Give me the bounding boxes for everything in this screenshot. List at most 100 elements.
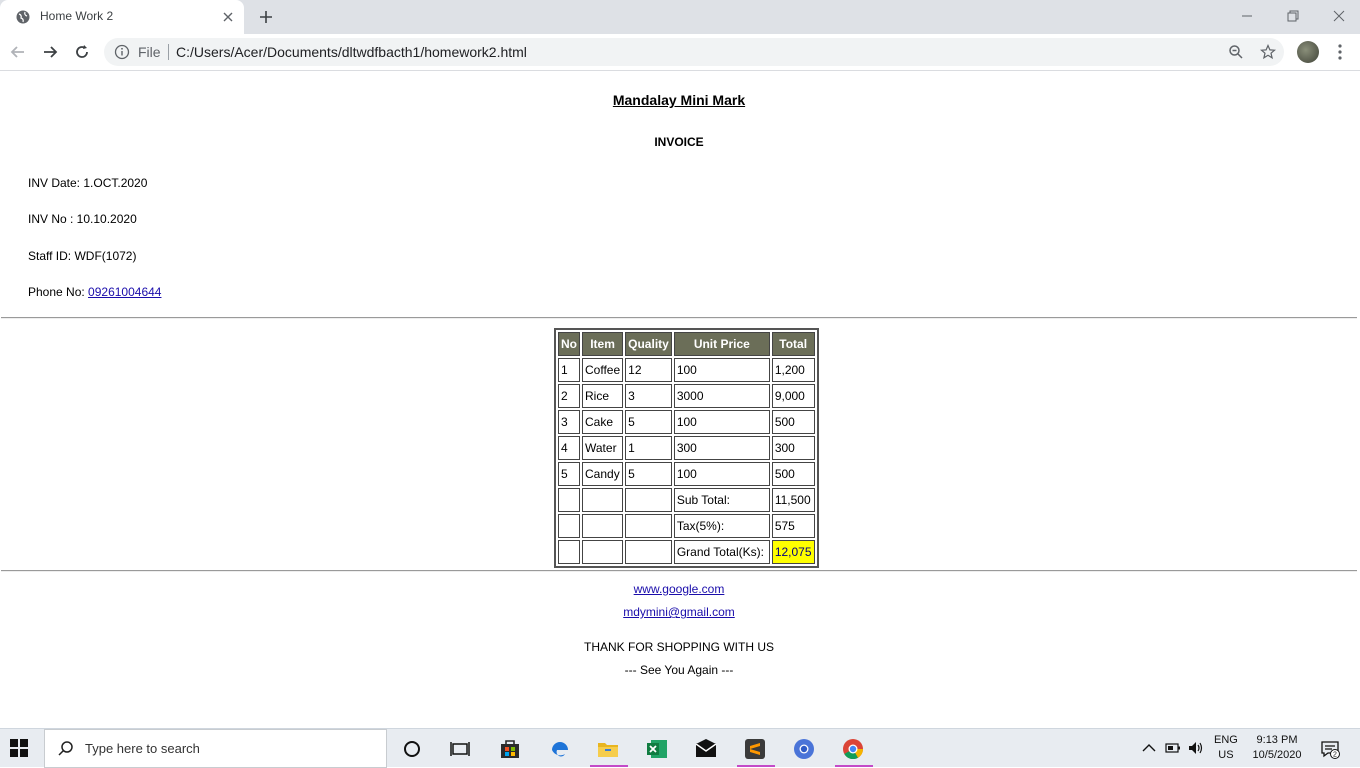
table-row: 3 Cake 5 100 500 (558, 410, 815, 434)
cortana-icon[interactable] (400, 737, 424, 761)
cell-item: Cake (582, 410, 624, 434)
table-header-row: No Item Quality Unit Price Total (558, 332, 815, 356)
minimize-icon[interactable] (1236, 5, 1258, 27)
language-indicator[interactable]: ENG US (1214, 733, 1238, 763)
table-row: 5 Candy 5 100 500 (558, 462, 815, 486)
edge-icon[interactable] (548, 737, 572, 761)
sublime-text-icon[interactable] (743, 737, 767, 761)
mail-icon[interactable] (694, 737, 718, 761)
empty-cell (558, 540, 580, 564)
phone-label: Phone No: (28, 285, 89, 299)
more-menu-icon[interactable] (1332, 43, 1348, 61)
back-arrow-icon[interactable] (8, 42, 28, 62)
cell-unit-price: 100 (673, 410, 770, 434)
chromium-icon[interactable] (792, 737, 816, 761)
taskbar-search-box[interactable]: Type here to search (44, 729, 387, 768)
subtotal-label: Sub Total: (673, 488, 770, 512)
table-row: 4 Water 1 300 300 (558, 436, 815, 460)
tab-strip: Home Work 2 (0, 0, 1360, 34)
star-icon[interactable] (1260, 44, 1276, 60)
cell-unit-price: 3000 (673, 384, 770, 408)
col-header-quality: Quality (625, 332, 672, 356)
cell-total: 1,200 (771, 358, 815, 382)
cell-no: 1 (558, 358, 580, 382)
thanks-message: THANK FOR SHOPPING WITH US (583, 640, 774, 654)
chrome-icon[interactable] (841, 737, 865, 761)
store-icon[interactable] (498, 737, 522, 761)
forward-arrow-icon[interactable] (40, 42, 60, 62)
omnibox-divider (168, 44, 169, 60)
cell-item: Rice (582, 384, 624, 408)
file-explorer-icon[interactable] (596, 737, 620, 761)
cell-no: 4 (558, 436, 580, 460)
cell-quality: 5 (625, 462, 672, 486)
invoice-date: INV Date: 1.OCT.2020 (28, 176, 148, 190)
cell-item: Water (582, 436, 624, 460)
battery-icon[interactable] (1164, 739, 1182, 757)
cell-unit-price: 300 (673, 436, 770, 460)
search-placeholder: Type here to search (85, 741, 200, 756)
cell-total: 500 (771, 410, 815, 434)
tax-value: 575 (771, 514, 815, 538)
website-link[interactable]: www.google.com (634, 582, 725, 596)
windows-start-icon[interactable] (10, 739, 28, 757)
url-text[interactable]: C:/Users/Acer/Documents/dltwdfbacth1/hom… (176, 44, 527, 60)
col-header-no: No (558, 332, 580, 356)
language-code: ENG (1214, 734, 1238, 746)
cell-unit-price: 100 (673, 462, 770, 486)
phone-row: Phone No: 09261004644 (28, 285, 161, 299)
subtotal-value: 11,500 (771, 488, 815, 512)
clock[interactable]: 9:13 PM 10/5/2020 (1244, 733, 1310, 763)
divider-bottom (1, 570, 1357, 572)
empty-cell (558, 488, 580, 512)
task-view-icon[interactable] (448, 737, 472, 761)
col-header-total: Total (771, 332, 815, 356)
tab-title: Home Work 2 (40, 9, 114, 23)
phone-link[interactable]: 09261004644 (88, 285, 161, 299)
reload-icon[interactable] (72, 42, 92, 62)
col-header-item: Item (582, 332, 624, 356)
window-close-icon[interactable] (1328, 5, 1350, 27)
store-name-heading: Mandalay Mini Mark (612, 92, 746, 108)
divider-top (1, 317, 1357, 319)
address-bar[interactable]: File C:/Users/Acer/Documents/dltwdfbacth… (104, 38, 1284, 66)
cell-no: 5 (558, 462, 580, 486)
staff-id: Staff ID: WDF(1072) (28, 249, 137, 263)
region-code: US (1218, 749, 1234, 761)
cell-quality: 5 (625, 410, 672, 434)
notification-count: 2 (1333, 752, 1337, 759)
clock-date: 10/5/2020 (1252, 749, 1302, 761)
tax-label: Tax(5%): (673, 514, 770, 538)
close-icon[interactable] (220, 9, 236, 25)
cell-total: 9,000 (771, 384, 815, 408)
table-row: 1 Coffee 12 100 1,200 (558, 358, 815, 382)
clock-time: 9:13 PM (1256, 734, 1298, 746)
cell-item: Candy (582, 462, 624, 486)
chevron-up-icon[interactable] (1140, 739, 1158, 757)
tax-row: Tax(5%): 575 (558, 514, 815, 538)
cell-unit-price: 100 (673, 358, 770, 382)
zoom-icon[interactable] (1228, 44, 1244, 60)
email-link[interactable]: mdymini@gmail.com (623, 605, 735, 619)
globe-icon (16, 10, 30, 24)
cell-quality: 3 (625, 384, 672, 408)
notification-center-icon[interactable]: 2 (1320, 739, 1340, 759)
excel-icon[interactable] (645, 737, 669, 761)
browser-tab[interactable]: Home Work 2 (0, 0, 244, 34)
grand-total-label: Grand Total(Ks): (673, 540, 770, 564)
new-tab-icon[interactable] (256, 7, 276, 27)
volume-icon[interactable] (1187, 739, 1205, 757)
page-content: Mandalay Mini Mark INVOICE INV Date: 1.O… (0, 72, 1360, 728)
restore-icon[interactable] (1282, 5, 1304, 27)
cell-item: Coffee (582, 358, 624, 382)
subtotal-row: Sub Total: 11,500 (558, 488, 815, 512)
profile-avatar[interactable] (1297, 41, 1319, 63)
table-row: 2 Rice 3 3000 9,000 (558, 384, 815, 408)
email-link-row: mdymini@gmail.com (0, 605, 1358, 619)
grand-total-row: Grand Total(Ks): 12,075 (558, 540, 815, 564)
empty-cell (625, 514, 672, 538)
info-icon[interactable] (114, 44, 130, 60)
cell-quality: 12 (625, 358, 672, 382)
empty-cell (558, 514, 580, 538)
website-link-row: www.google.com (0, 582, 1358, 596)
